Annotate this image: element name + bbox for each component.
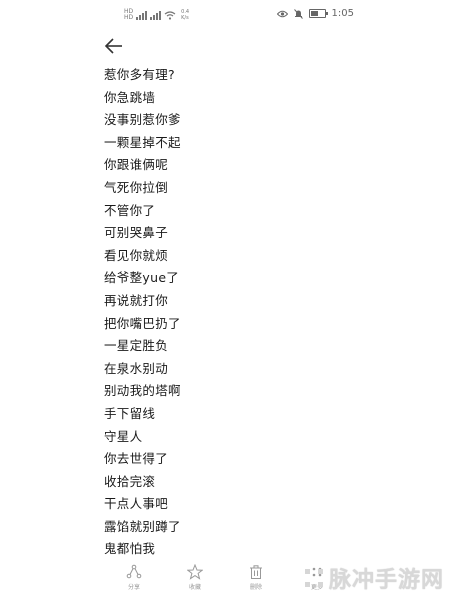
share-icon — [126, 564, 142, 579]
note-line: 露馅就别蹲了 — [104, 518, 181, 534]
note-line: 你跟谁俩呢 — [104, 157, 169, 173]
notes-screen: HD HD 0.4 K/s 1:05 惹你多有理? 你急跳墙 没事别惹你爹 一颗… — [0, 0, 450, 600]
note-line: 可别哭鼻子 — [104, 225, 169, 241]
note-line: 再说就打你 — [104, 292, 169, 308]
signal-icon — [136, 10, 148, 20]
note-line: 把你嘴巴扔了 — [104, 315, 181, 331]
note-line: 看见你就烦 — [104, 247, 169, 263]
note-line: 你去世得了 — [104, 451, 169, 467]
note-line: 给爷整yue了 — [104, 270, 180, 286]
status-time: 1:05 — [331, 8, 354, 19]
sim2-label: HD — [124, 14, 134, 21]
note-line: 干点人事吧 — [104, 496, 169, 512]
wifi-icon — [164, 10, 176, 20]
note-line: 手下留线 — [104, 405, 156, 421]
status-left: HD HD 0.4 K/s — [124, 9, 189, 22]
note-line: 气死你拉倒 — [104, 179, 169, 195]
note-line: 惹你多有理? — [104, 67, 175, 82]
signal-icon-2 — [150, 10, 162, 20]
note-line: 别动我的塔啊 — [104, 383, 181, 399]
back-arrow-icon — [104, 38, 122, 54]
note-line: 鬼都怕我 — [104, 541, 156, 557]
status-right: 1:05 — [276, 8, 354, 19]
favorite-label: 收藏 — [188, 584, 201, 591]
note-line: 在泉水别动 — [104, 360, 169, 376]
note-line: 不管你了 — [104, 202, 156, 218]
note-line: 一颗星掉不起 — [104, 134, 181, 150]
battery-fill — [310, 11, 318, 16]
note-line: 守星人 — [104, 428, 143, 444]
net-speed-unit: K/s — [181, 15, 189, 21]
note-body[interactable]: 惹你多有理? 你急跳墙没事别惹你爹 一颗星掉不起 你跟谁俩呢气死你拉倒不管你了可别哭鼻… — [104, 64, 181, 561]
net-speed: 0.4 K/s — [181, 9, 189, 21]
trash-icon — [250, 565, 262, 579]
note-line: 你急跳墙 — [104, 89, 156, 105]
watermark: 脉冲手游网 — [303, 562, 444, 594]
note-line: 没事别惹你爹 — [104, 112, 181, 128]
note-line: 一星定胜负 — [104, 338, 169, 354]
battery-icon — [308, 9, 328, 18]
delete-label: 删除 — [249, 584, 262, 591]
back-button[interactable] — [104, 36, 128, 60]
delete-button[interactable]: 删除 — [236, 564, 276, 591]
watermark-text: 脉冲手游网 — [328, 568, 444, 593]
status-bar: HD HD 0.4 K/s 1:05 — [0, 0, 450, 30]
eye-icon — [276, 10, 288, 17]
mute-bell-icon — [293, 8, 303, 19]
share-label: 分享 — [127, 584, 140, 591]
star-icon — [187, 564, 203, 580]
share-button[interactable]: 分享 — [114, 564, 154, 591]
favorite-button[interactable]: 收藏 — [175, 564, 215, 591]
sim-indicator: HD HD — [124, 9, 133, 21]
watermark-logo-icon — [304, 569, 323, 587]
note-line: 收拾完滚 — [104, 473, 156, 489]
